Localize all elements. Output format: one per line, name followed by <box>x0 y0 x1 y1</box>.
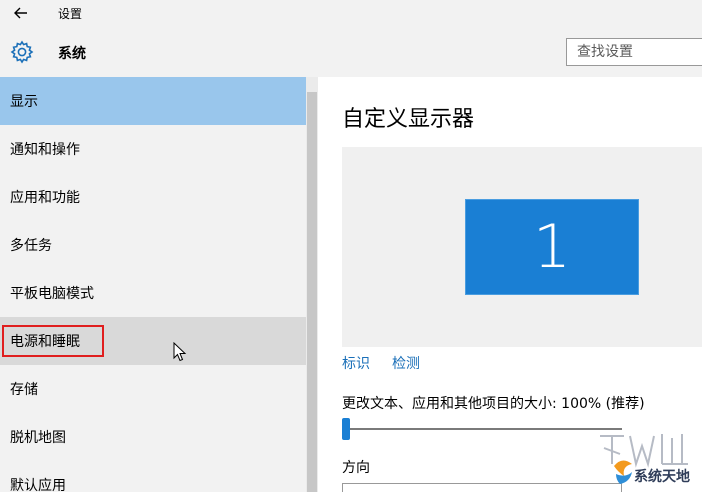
sidebar-item-offline-maps[interactable]: 脱机地图 <box>0 413 306 461</box>
watermark-text: 系统天地 <box>634 469 690 485</box>
monitor-tile[interactable]: 1 <box>465 199 639 295</box>
highlight-box <box>2 325 104 357</box>
mouse-cursor-icon <box>173 342 187 362</box>
sidebar-item-label: 多任务 <box>10 238 52 254</box>
sidebar-item-label: 平板电脑模式 <box>10 286 94 302</box>
back-arrow-icon <box>14 7 27 19</box>
sidebar: 显示 通知和操作 应用和功能 多任务 平板电脑模式 电源和睡眠 存储 脱机地图 … <box>0 77 306 492</box>
search-box[interactable] <box>566 38 702 66</box>
sidebar-item-label: 存储 <box>10 382 38 398</box>
sidebar-item-tablet-mode[interactable]: 平板电脑模式 <box>0 269 306 317</box>
scale-slider-thumb[interactable] <box>342 418 350 440</box>
sidebar-item-notifications[interactable]: 通知和操作 <box>0 125 306 173</box>
identify-link[interactable]: 标识 <box>342 353 370 373</box>
sidebar-item-apps[interactable]: 应用和功能 <box>0 173 306 221</box>
sidebar-item-label: 脱机地图 <box>10 430 66 446</box>
sidebar-item-multitasking[interactable]: 多任务 <box>0 221 306 269</box>
sidebar-item-label: 显示 <box>10 94 38 110</box>
window-title: 设置 <box>58 7 83 21</box>
sidebar-item-power-sleep[interactable]: 电源和睡眠 <box>0 317 306 365</box>
detect-link[interactable]: 检测 <box>392 353 420 373</box>
sidebar-scrollbar-thumb[interactable] <box>307 92 317 492</box>
sidebar-item-default-apps[interactable]: 默认应用 <box>0 461 306 492</box>
page-section-title: 系统 <box>58 46 86 62</box>
sidebar-item-label: 默认应用 <box>10 478 66 492</box>
monitor-number: 1 <box>532 212 572 282</box>
header: 系统 <box>0 28 702 76</box>
sidebar-item-storage[interactable]: 存储 <box>0 365 306 413</box>
sidebar-item-label: 通知和操作 <box>10 142 80 158</box>
sidebar-item-label: 应用和功能 <box>10 190 80 206</box>
page-title: 自定义显示器 <box>342 107 475 132</box>
search-input[interactable] <box>567 39 702 65</box>
orientation-label: 方向 <box>342 460 370 476</box>
back-button[interactable] <box>6 2 36 24</box>
sidebar-item-display[interactable]: 显示 <box>0 77 306 125</box>
scale-label: 更改文本、应用和其他项目的大小: 100% (推荐) <box>342 396 645 412</box>
title-bar: 设置 <box>0 0 702 28</box>
display-arrangement-area: 1 <box>342 147 702 347</box>
gear-icon <box>10 40 34 64</box>
